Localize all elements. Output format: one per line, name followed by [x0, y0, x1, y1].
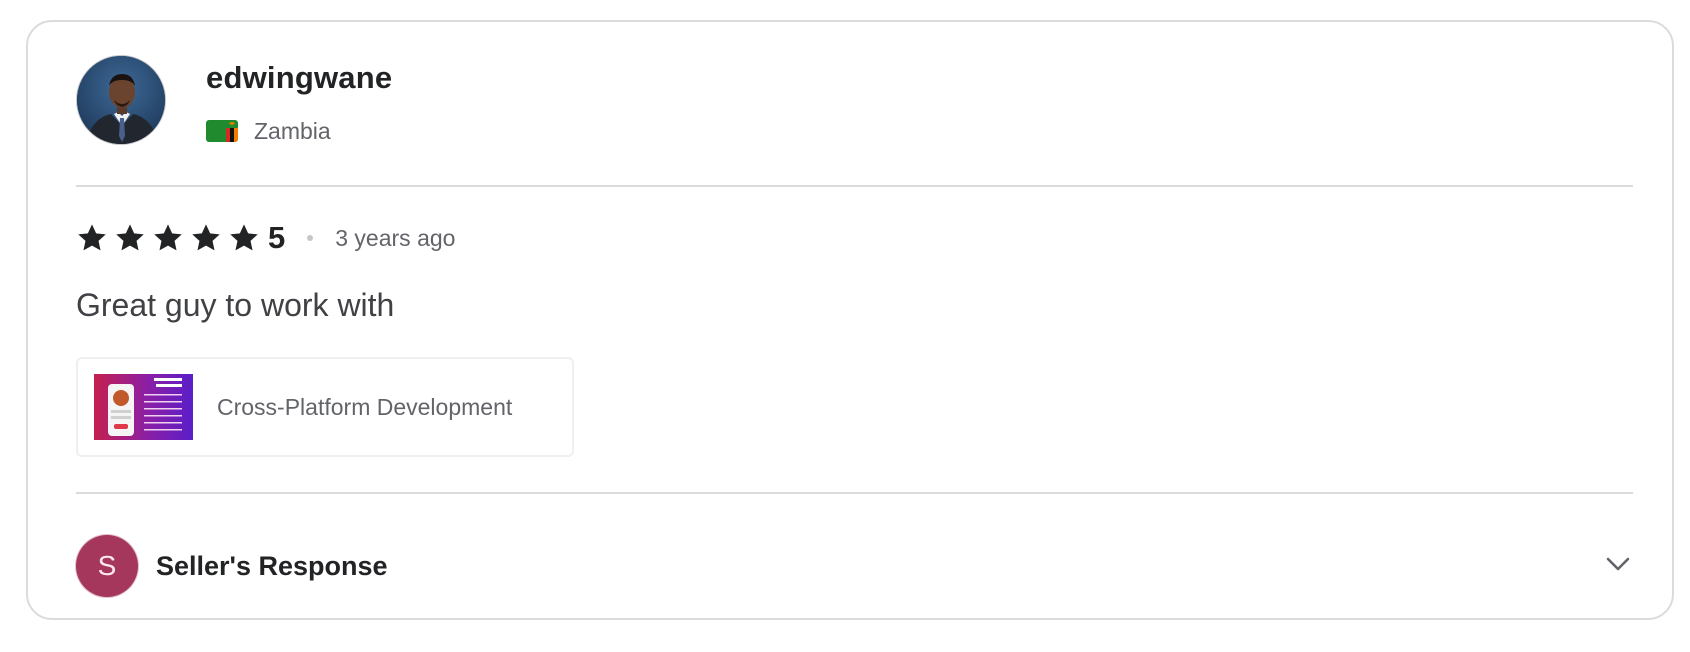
- gig-thumbnail: [94, 374, 193, 440]
- response-divider: [76, 492, 1633, 494]
- review-text: Great guy to work with: [76, 287, 395, 323]
- reviewer-country: Zambia: [206, 118, 331, 144]
- star-icon: [152, 222, 184, 254]
- seller-avatar: S: [76, 535, 138, 597]
- reviewer-username[interactable]: edwingwane: [206, 60, 392, 96]
- reviewed-gig-link[interactable]: Cross-Platform Development: [76, 357, 574, 457]
- review-card: edwingwane Zambia 5 3 years ago Great gu…: [26, 20, 1674, 620]
- reviewer-avatar[interactable]: [76, 55, 166, 145]
- gig-title[interactable]: Cross-Platform Development: [217, 394, 512, 421]
- chevron-down-icon[interactable]: [1603, 549, 1633, 579]
- seller-response-label[interactable]: Seller's Response: [156, 551, 388, 582]
- star-icon: [114, 222, 146, 254]
- rating-row: 5 3 years ago: [76, 218, 455, 258]
- zambia-flag-icon: [206, 120, 238, 142]
- star-icon: [228, 222, 260, 254]
- header-divider: [76, 185, 1633, 187]
- star-icon: [76, 222, 108, 254]
- country-name: Zambia: [254, 117, 331, 144]
- rating-value: 5: [268, 220, 286, 255]
- star-icon: [190, 222, 222, 254]
- separator-dot: [307, 235, 314, 241]
- review-time: 3 years ago: [335, 224, 456, 251]
- seller-response-toggle[interactable]: S Seller's Response: [76, 535, 1633, 597]
- star-rating: [76, 222, 266, 254]
